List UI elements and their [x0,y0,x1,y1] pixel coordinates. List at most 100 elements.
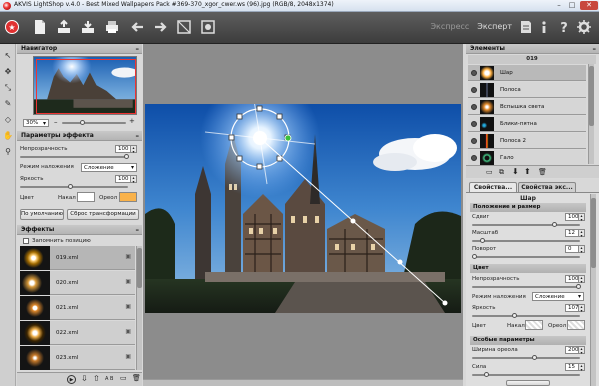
halo-width-stepper[interactable]: ▴ ▾ [579,346,585,355]
play-icon[interactable]: ▶ [67,375,76,384]
brightness-stepper[interactable]: ▴ ▾ [131,175,137,184]
effect-row[interactable]: 022.xml ▣ [20,321,135,345]
before-icon[interactable] [174,17,194,37]
visibility-eye-icon[interactable] [471,138,477,144]
el-brightness-slider[interactable] [472,313,580,318]
strength-slider[interactable] [472,372,580,377]
zoom-in-icon[interactable]: + [129,118,135,125]
zoom-slider[interactable] [62,120,126,125]
strength-stepper[interactable]: ▴ ▾ [579,363,585,372]
zoom-tool-icon[interactable]: ⚲ [2,146,14,158]
shift-input[interactable]: 100 [565,213,579,221]
add-element-icon[interactable]: ▭ [486,168,493,176]
rotate-slider-knob[interactable] [472,254,477,259]
blend-mode-select[interactable]: Сложение [81,163,137,172]
visibility-eye-icon[interactable] [471,104,477,110]
elements-scrollbar[interactable] [588,64,594,164]
folder-icon[interactable]: ▭ [120,374,127,382]
elements-scroll-thumb[interactable] [589,66,594,126]
properties-scrollbar[interactable] [590,194,596,386]
brightness-slider-knob[interactable] [68,184,73,189]
scale-stepper[interactable]: ▴ ▾ [579,229,585,238]
move-down-icon[interactable]: ⬇ [512,167,519,176]
select-tool-icon[interactable]: ↖ [2,50,14,62]
export-icon[interactable] [78,17,98,37]
effect-row[interactable]: 020.xml ▣ [20,271,135,295]
special-params-section[interactable]: Особые параметры [470,336,586,345]
lock-icon[interactable]: ▣ [125,253,131,260]
home-icon[interactable]: ★ [2,17,22,37]
collapse-icon[interactable]: – [593,44,597,54]
zoom-select[interactable]: 30% [23,119,49,127]
scale-slider[interactable] [472,238,580,243]
strength-input[interactable]: 15 [565,363,579,371]
halo-width-input[interactable]: 200 [565,346,579,354]
brightness-input[interactable]: 100 [115,175,131,183]
el-opacity-stepper[interactable]: ▴ ▾ [579,275,585,284]
collapse-icon[interactable]: – [136,131,140,141]
collapse-icon[interactable]: – [136,44,140,54]
canvas-hscrollbar[interactable] [143,379,463,386]
visibility-eye-icon[interactable] [471,155,477,161]
open-file-icon[interactable] [30,17,50,37]
delete-element-icon[interactable]: 🗑 [538,168,547,176]
zoom-out-icon[interactable]: – [54,119,58,126]
mode-express-tab[interactable]: Экспресс [430,22,469,31]
halo-width-slider-knob[interactable] [532,355,537,360]
visibility-eye-icon[interactable] [471,121,477,127]
download-icon[interactable]: ⇩ [81,374,88,383]
print-icon[interactable] [102,17,122,37]
default-button[interactable]: По умолчанию [20,209,64,220]
el-core-color-swatch[interactable] [525,320,543,330]
core-color-swatch[interactable] [77,192,95,202]
rotate-slider[interactable] [472,254,580,259]
halo-color-swatch[interactable] [119,192,137,202]
position-size-section[interactable]: Положение и размер [470,203,586,212]
trash-icon[interactable]: 🗑 [132,374,141,382]
el-brightness-stepper[interactable]: ▴ ▾ [579,304,585,313]
settings-icon[interactable] [574,17,594,37]
brightness-slider[interactable] [20,184,128,189]
scale-slider-knob[interactable] [480,238,485,243]
tab-expert-properties[interactable]: Свойства экс... [518,182,576,192]
lock-icon[interactable]: ▣ [125,353,131,360]
effect-row[interactable]: 021.xml ▣ [20,296,135,320]
presets-icon[interactable] [516,17,536,37]
properties-scroll-thumb[interactable] [591,198,596,268]
remember-position-checkbox[interactable] [23,238,29,244]
properties-more-button[interactable] [506,380,550,386]
el-brightness-input[interactable]: 107 [565,304,579,312]
effect-row[interactable]: 023.xml ▣ [20,346,135,370]
el-opacity-slider-knob[interactable] [576,284,581,289]
save-file-icon[interactable] [54,17,74,37]
opacity-slider-knob[interactable] [124,154,129,159]
rotate-input[interactable]: 0 [565,245,579,253]
effects-scroll-thumb[interactable] [137,248,142,288]
info-icon[interactable] [534,17,554,37]
brush-tool-icon[interactable]: ✎ [2,98,14,110]
move-element-icon[interactable]: ✥ [2,66,14,78]
duplicate-element-icon[interactable]: ⧉ [499,168,504,177]
lock-icon[interactable]: ▣ [125,328,131,335]
shift-stepper[interactable]: ▴ ▾ [579,213,585,222]
zoom-slider-knob[interactable] [80,120,85,125]
el-opacity-slider[interactable] [472,284,581,289]
zoom-value[interactable]: 30% [23,119,49,127]
upload-icon[interactable]: ⇧ [93,374,100,383]
ab-icon[interactable]: A B [105,376,113,382]
element-row[interactable]: Полоса [468,82,586,98]
opacity-stepper[interactable]: ▴ ▾ [131,145,137,154]
effect-row[interactable]: 019.xml ▣ [20,246,135,270]
element-row[interactable]: Вспышка света [468,99,586,115]
hand-tool-icon[interactable]: ✋ [2,130,14,142]
collapse-icon[interactable]: – [136,225,140,235]
el-halo-color-swatch[interactable] [567,320,585,330]
move-up-icon[interactable]: ⬆ [524,167,531,176]
lock-icon[interactable]: ▣ [125,303,131,310]
shift-slider[interactable] [472,222,580,227]
scale-tool-icon[interactable]: ⤡ [2,82,14,94]
image-canvas[interactable] [145,104,461,313]
lock-icon[interactable]: ▣ [125,278,131,285]
opacity-slider[interactable] [20,154,129,159]
tab-properties[interactable]: Свойства... [469,182,517,192]
